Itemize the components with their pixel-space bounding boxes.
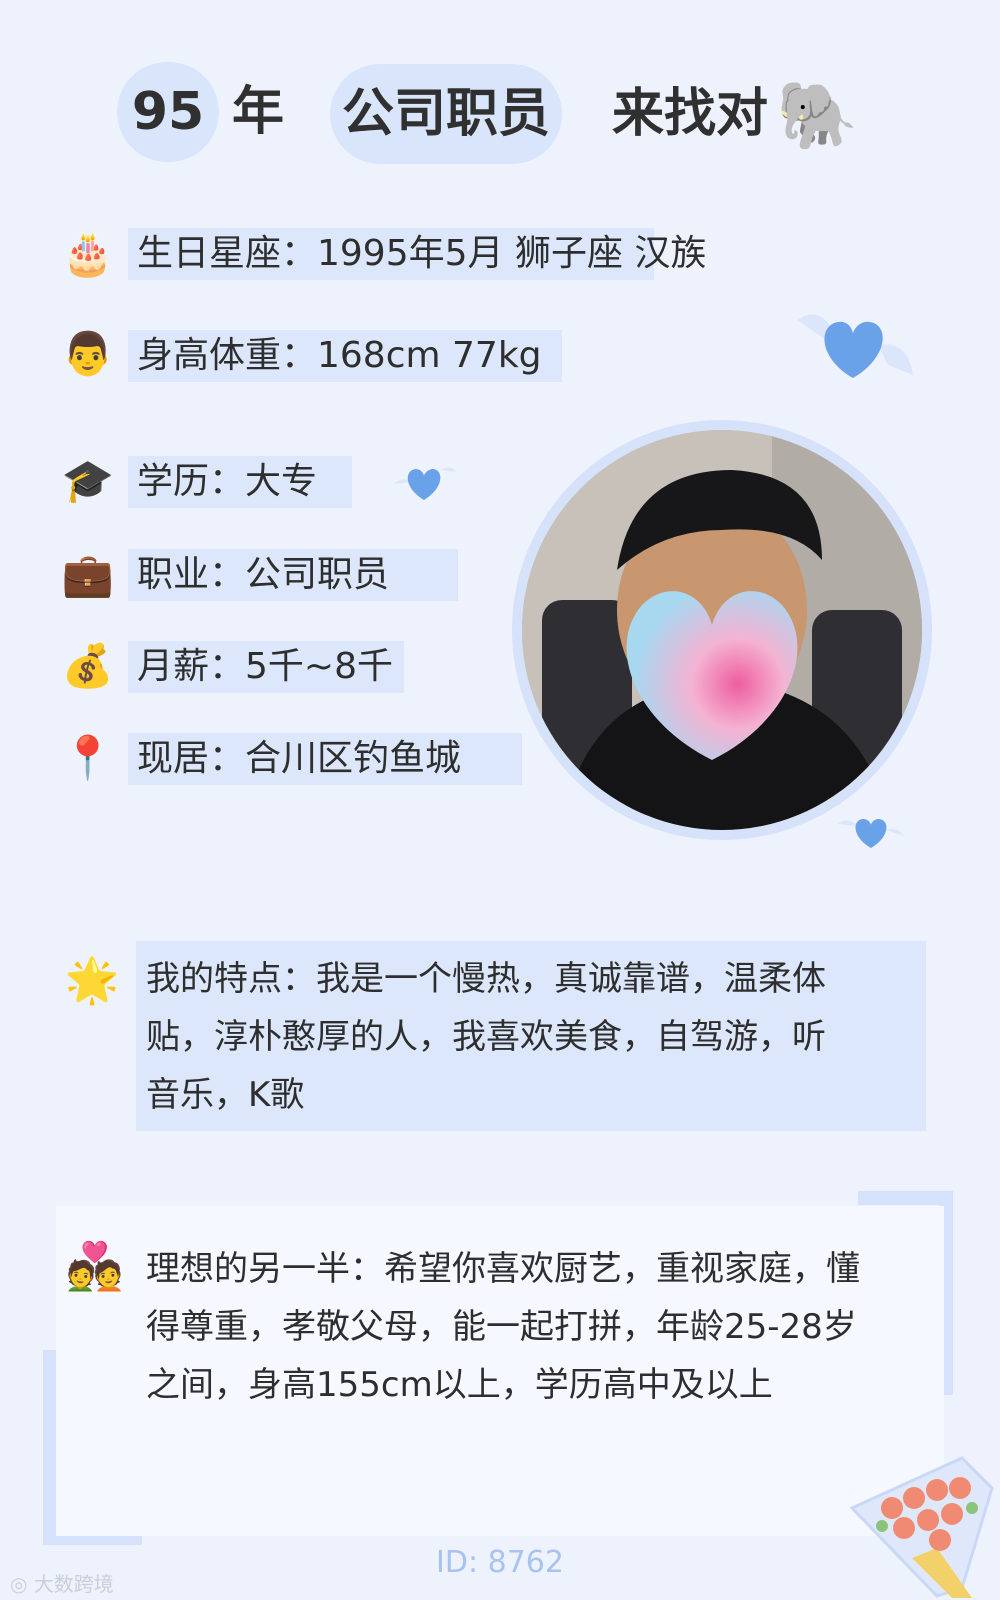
couple-heart-icon: 💑 [66,1239,124,1293]
ideal-line: 之间，身高155cm以上，学历高中及以上 [146,1365,773,1405]
ideal-line: 得尊重，孝敬父母，能一起打拼，年龄25-28岁 [146,1307,857,1347]
profile-id: ID: 8762 [436,1545,564,1580]
ideal-partner-text: 理想的另一半：希望你喜欢厨艺，重视家庭，懂 得尊重，孝敬父母，能一起打拼，年龄2… [146,1240,860,1414]
ideal-line: 理想的另一半：希望你喜欢厨艺，重视家庭，懂 [146,1249,860,1289]
watermark-logo-icon: ◎ [10,1572,34,1596]
watermark: ◎ 大数跨境 [10,1568,114,1597]
watermark-text: 大数跨境 [33,1572,114,1596]
